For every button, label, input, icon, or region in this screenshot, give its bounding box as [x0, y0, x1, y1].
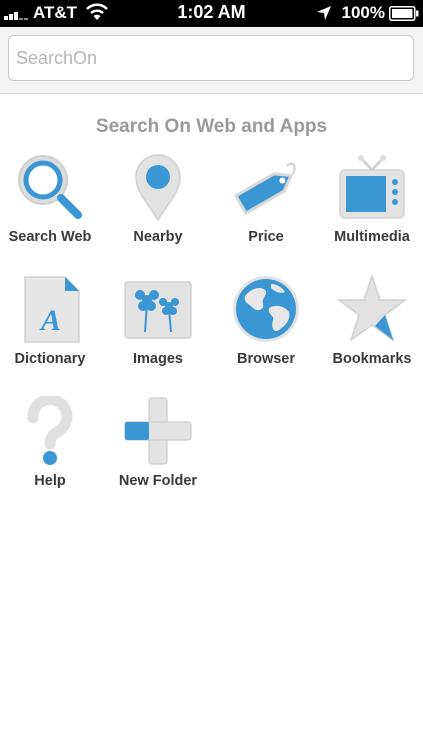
battery-percentage: 100% [341, 3, 385, 22]
app-tile-price[interactable]: Price [216, 152, 316, 262]
app-label: Images [133, 351, 183, 367]
app-label: Search Web [8, 229, 92, 245]
status-bar: AT&T 1:02 AM 100% [0, 0, 423, 27]
app-tile-browser[interactable]: Browser [216, 274, 316, 384]
magnifier-icon [18, 155, 82, 219]
app-tile-bookmarks[interactable]: Bookmarks [322, 274, 422, 384]
battery-icon [389, 6, 419, 21]
app-label: Nearby [133, 229, 183, 245]
price-tag-icon [233, 162, 296, 216]
app-tile-search-web[interactable]: Search Web [0, 152, 100, 262]
images-icon [124, 281, 192, 339]
search-input[interactable] [8, 35, 414, 81]
search-bar [0, 27, 423, 94]
question-mark-icon [27, 396, 73, 465]
svg-text:A: A [39, 304, 61, 337]
app-label: Multimedia [334, 229, 410, 245]
dictionary-icon: A [24, 276, 80, 343]
location-arrow-icon [317, 6, 331, 20]
star-icon [337, 274, 407, 342]
globe-icon [233, 276, 299, 342]
tv-icon [339, 155, 405, 219]
map-pin-icon [135, 154, 181, 222]
app-label: Bookmarks [332, 351, 412, 367]
app-tile-images[interactable]: Images [108, 274, 208, 384]
app-tile-multimedia[interactable]: Multimedia [322, 152, 422, 262]
app-label: Help [34, 473, 66, 489]
app-tile-nearby[interactable]: Nearby [108, 152, 208, 262]
app-label: Browser [236, 351, 296, 367]
app-label: Price [248, 229, 284, 245]
plus-icon [124, 397, 192, 465]
app-tile-dictionary[interactable]: A Dictionary [0, 274, 100, 384]
app-tile-help[interactable]: Help [0, 396, 100, 506]
app-tile-new-folder[interactable]: New Folder [108, 396, 208, 506]
app-label: Dictionary [14, 351, 86, 367]
app-label: New Folder [118, 473, 198, 489]
section-title: Search On Web and Apps [95, 116, 328, 137]
